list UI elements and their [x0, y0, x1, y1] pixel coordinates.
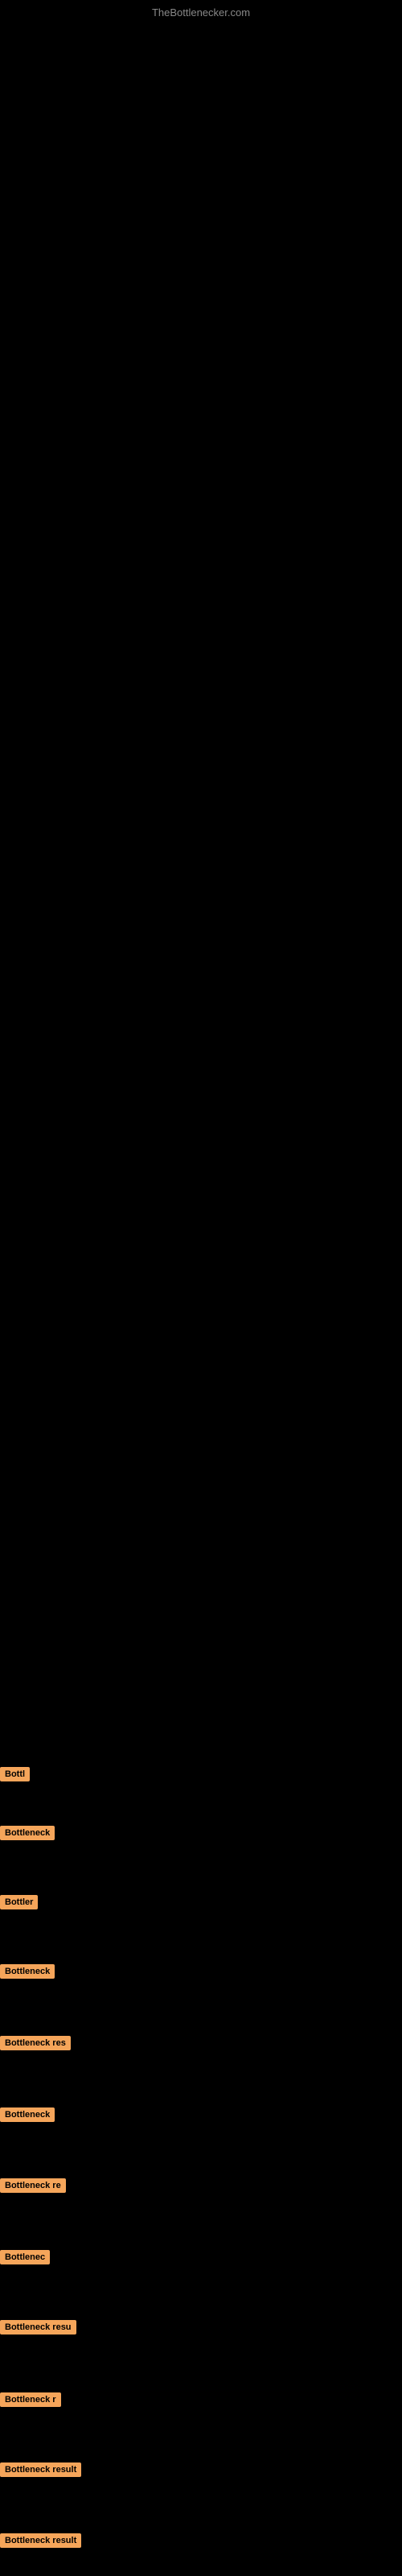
- bottleneck-result-label: Bottleneck re: [0, 2178, 66, 2193]
- bottleneck-result-label: Bottler: [0, 1895, 38, 1909]
- bottleneck-result-label: Bottleneck resu: [0, 2320, 76, 2334]
- bottleneck-result-label: Bottleneck: [0, 1964, 55, 1979]
- bottleneck-result-label: Bottl: [0, 1767, 30, 1781]
- site-title: TheBottlenecker.com: [152, 6, 250, 19]
- bottleneck-result-label: Bottleneck: [0, 2107, 55, 2122]
- bottleneck-result-label: Bottleneck res: [0, 2036, 71, 2050]
- bottleneck-result-label: Bottleneck: [0, 1826, 55, 1840]
- bottleneck-result-label: Bottleneck result: [0, 2462, 81, 2477]
- bottleneck-result-label: Bottleneck result: [0, 2533, 81, 2548]
- bottleneck-result-label: Bottlenec: [0, 2250, 50, 2264]
- bottleneck-result-label: Bottleneck r: [0, 2392, 61, 2407]
